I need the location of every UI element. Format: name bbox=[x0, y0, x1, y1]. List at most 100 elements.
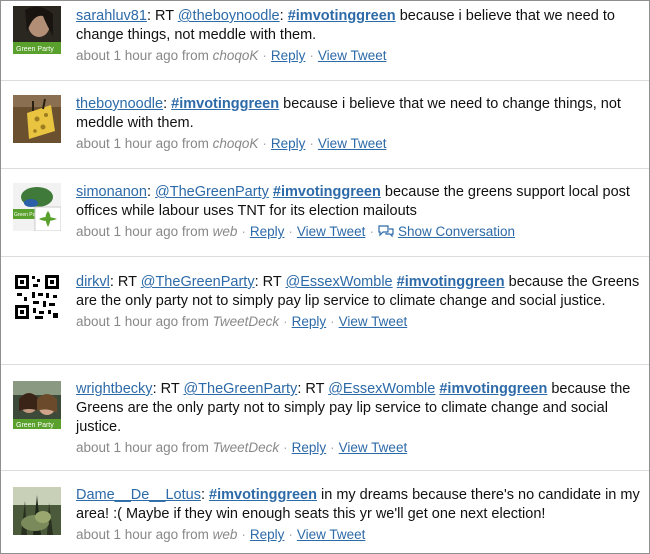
timestamp[interactable]: about 1 hour ago from bbox=[76, 48, 209, 63]
speech-bubble-icon bbox=[378, 225, 394, 238]
hashtag-link[interactable]: #imvotinggreen bbox=[397, 274, 505, 290]
tweet-content: wrightbecky: RT @TheGreenParty: RT @Esse… bbox=[76, 380, 641, 457]
timestamp[interactable]: about 1 hour ago from bbox=[76, 224, 209, 239]
view-tweet-link[interactable]: View Tweet bbox=[318, 136, 387, 151]
tweet-meta: about 1 hour ago from web · Reply · View Twe… bbox=[76, 525, 641, 544]
reply-link[interactable]: Reply bbox=[250, 527, 285, 542]
username-link[interactable]: simonanon bbox=[76, 184, 147, 200]
tweet-text-segment: : bbox=[200, 487, 210, 503]
tweet-meta: about 1 hour ago from web · Reply · View Twe… bbox=[76, 222, 641, 241]
avatar[interactable]: Green Party bbox=[13, 381, 61, 429]
separator-dot: · bbox=[330, 314, 335, 329]
tweet-text: sarahluv81: RT @theboynoodle: #imvotingg… bbox=[76, 8, 615, 43]
mention-link[interactable]: @TheGreenParty bbox=[155, 184, 269, 200]
username-link[interactable]: sarahluv81 bbox=[76, 8, 147, 24]
username-link[interactable]: dirkvl bbox=[76, 274, 110, 290]
avatar[interactable] bbox=[13, 273, 61, 321]
tweet-text-segment: : RT bbox=[109, 274, 141, 290]
tweet-content: theboynoodle: #imvotinggreen because i b… bbox=[76, 95, 641, 153]
tweet-content: simonanon: @TheGreenParty #imvotinggreen… bbox=[76, 183, 641, 241]
separator-dot: · bbox=[309, 48, 314, 63]
hashtag-link[interactable]: #imvotinggreen bbox=[273, 184, 381, 200]
tweet-item: Green Party sarahluv81: RT @theboynoodle… bbox=[1, 1, 649, 81]
username-link[interactable]: theboynoodle bbox=[76, 96, 163, 112]
view-tweet-link[interactable]: View Tweet bbox=[297, 224, 366, 239]
separator-dot: · bbox=[241, 527, 246, 542]
tweet-source[interactable]: web bbox=[213, 527, 238, 542]
view-tweet-label: View Tweet bbox=[317, 48, 387, 63]
mention-link[interactable]: @theboynoodle bbox=[178, 8, 280, 24]
tweet-text: Dame__De__Lotus: #imvotinggreen in my dr… bbox=[76, 487, 640, 522]
mention-link[interactable]: @EssexWomble bbox=[285, 274, 392, 290]
separator-dot: · bbox=[369, 224, 374, 239]
reply-label: Reply bbox=[249, 527, 285, 542]
mention-link[interactable]: @TheGreenParty bbox=[141, 274, 255, 290]
tweet-source[interactable]: choqoK bbox=[213, 136, 259, 151]
tweet-item: dirkvl: RT @TheGreenParty: RT @EssexWomb… bbox=[1, 257, 649, 365]
separator-dot: · bbox=[309, 136, 314, 151]
avatar-badge-text: Green Party bbox=[16, 46, 54, 53]
tweet-item: Green Party wrightbecky: RT @TheGreenPar… bbox=[1, 365, 649, 471]
view-tweet-label: View Tweet bbox=[296, 224, 366, 239]
hashtag-link[interactable]: #imvotinggreen bbox=[171, 96, 279, 112]
tweet-text-segment: : bbox=[146, 184, 155, 200]
reply-link[interactable]: Reply bbox=[292, 440, 327, 455]
tweet-source[interactable]: TweetDeck bbox=[213, 440, 280, 455]
tweet-item: Green Party simonanon: @TheGreenParty #i… bbox=[1, 169, 649, 257]
reply-label: Reply bbox=[270, 136, 306, 151]
avatar-badge-text: Green Party bbox=[16, 422, 54, 429]
hashtag-link[interactable]: #imvotinggreen bbox=[288, 8, 396, 24]
view-tweet-link[interactable]: View Tweet bbox=[339, 314, 408, 329]
tweet-text-segment: : RT bbox=[146, 8, 178, 24]
reply-link[interactable]: Reply bbox=[250, 224, 285, 239]
hashtag-link[interactable]: #imvotinggreen bbox=[209, 487, 317, 503]
tweet-item: theboynoodle: #imvotinggreen because i b… bbox=[1, 81, 649, 169]
username-link[interactable]: Dame__De__Lotus bbox=[76, 487, 201, 503]
separator-dot: · bbox=[262, 48, 267, 63]
avatar[interactable] bbox=[13, 95, 61, 143]
tweet-source[interactable]: choqoK bbox=[213, 48, 259, 63]
tweet-meta: about 1 hour ago from choqoK · Reply · View … bbox=[76, 134, 641, 153]
avatar[interactable]: Green Party bbox=[13, 183, 61, 231]
view-tweet-link[interactable]: View Tweet bbox=[339, 440, 408, 455]
tweet-text-segment: : bbox=[163, 96, 172, 112]
tweet-text-segment: : RT bbox=[297, 381, 329, 397]
tweet-content: dirkvl: RT @TheGreenParty: RT @EssexWomb… bbox=[76, 273, 641, 331]
view-tweet-link[interactable]: View Tweet bbox=[318, 48, 387, 63]
tweet-text: simonanon: @TheGreenParty #imvotinggreen… bbox=[76, 184, 630, 219]
timestamp[interactable]: about 1 hour ago from bbox=[76, 527, 209, 542]
reply-link[interactable]: Reply bbox=[271, 136, 306, 151]
reply-link[interactable]: Reply bbox=[271, 48, 306, 63]
timestamp[interactable]: about 1 hour ago from bbox=[76, 314, 209, 329]
tweet-text: wrightbecky: RT @TheGreenParty: RT @Esse… bbox=[76, 381, 630, 435]
mention-link[interactable]: @TheGreenParty bbox=[183, 381, 297, 397]
tweet-meta: about 1 hour ago from choqoK · Reply · View … bbox=[76, 46, 641, 65]
tweet-item: Dame__De__Lotus: #imvotinggreen in my dr… bbox=[1, 471, 649, 553]
timestamp[interactable]: about 1 hour ago from bbox=[76, 136, 209, 151]
tweet-text-segment: : RT bbox=[254, 274, 286, 290]
tweet-text-segment: : bbox=[279, 8, 288, 24]
separator-dot: · bbox=[288, 527, 293, 542]
avatar[interactable]: Green Party bbox=[13, 6, 61, 54]
avatar[interactable] bbox=[13, 487, 61, 535]
tweet-meta: about 1 hour ago from TweetDeck · Reply · Vi… bbox=[76, 438, 641, 457]
view-tweet-link[interactable]: View Tweet bbox=[297, 527, 366, 542]
view-tweet-label: View Tweet bbox=[317, 136, 387, 151]
tweet-source[interactable]: TweetDeck bbox=[213, 314, 280, 329]
separator-dot: · bbox=[283, 440, 288, 455]
view-tweet-label: View Tweet bbox=[296, 527, 366, 542]
hashtag-link[interactable]: #imvotinggreen bbox=[439, 381, 547, 397]
timestamp[interactable]: about 1 hour ago from bbox=[76, 440, 209, 455]
tweet-text-segment: : RT bbox=[152, 381, 184, 397]
tweet-source[interactable]: web bbox=[213, 224, 238, 239]
view-tweet-label: View Tweet bbox=[338, 440, 408, 455]
tweet-text: theboynoodle: #imvotinggreen because i b… bbox=[76, 96, 621, 131]
username-link[interactable]: wrightbecky bbox=[76, 381, 153, 397]
mention-link[interactable]: @EssexWomble bbox=[328, 381, 435, 397]
tweet-text: dirkvl: RT @TheGreenParty: RT @EssexWomb… bbox=[76, 274, 639, 309]
show-conversation-link[interactable]: Show Conversation bbox=[398, 224, 515, 239]
reply-link[interactable]: Reply bbox=[292, 314, 327, 329]
separator-dot: · bbox=[288, 224, 293, 239]
tweet-content: Dame__De__Lotus: #imvotinggreen in my dr… bbox=[76, 486, 641, 544]
view-tweet-label: View Tweet bbox=[338, 314, 408, 329]
